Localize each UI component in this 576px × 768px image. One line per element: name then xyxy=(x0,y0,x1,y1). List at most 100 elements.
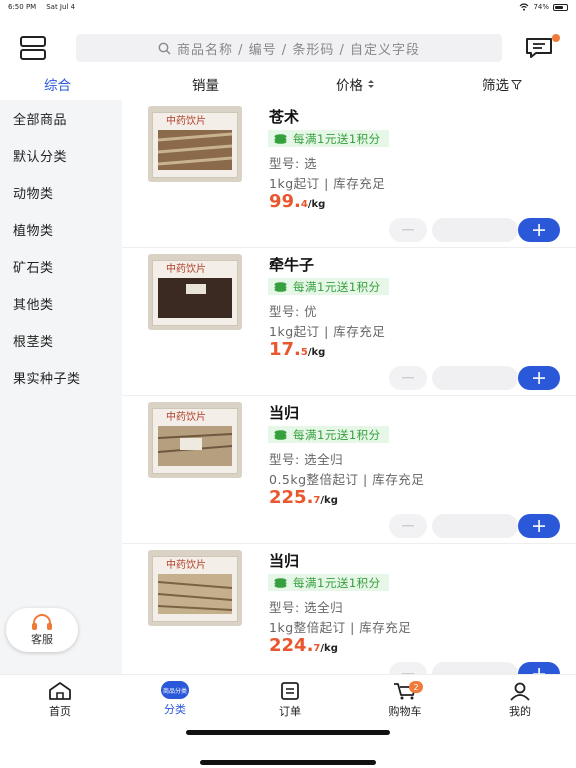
minus-icon xyxy=(402,525,414,527)
status-bar: 6:50 PM Sat Jul 4 74% xyxy=(0,0,576,14)
tab-mine[interactable]: 我的 xyxy=(480,681,560,719)
tab-filter-label: 筛选 xyxy=(482,78,509,94)
category-item[interactable]: 植物类 xyxy=(0,211,122,248)
product-price: 17.5/kg xyxy=(269,339,325,360)
promo-text: 每满1元送1积分 xyxy=(293,427,381,442)
status-time: 6:50 PM xyxy=(8,3,37,11)
product-image: 中药饮片 xyxy=(148,402,242,478)
product-card[interactable]: 中药饮片 牵牛子 每满1元送1积分 型号: 优 1kg起订 | 库存充足 17.… xyxy=(122,248,576,396)
product-price: 225.7/kg xyxy=(269,487,338,508)
tab-cart[interactable]: 购物车 2 xyxy=(365,681,445,719)
add-to-cart-button[interactable] xyxy=(518,218,560,242)
price-unit: /kg xyxy=(307,199,326,210)
price-unit: /kg xyxy=(320,495,338,506)
category-icon: 商品分类 xyxy=(161,681,189,699)
battery-level xyxy=(555,5,564,9)
product-card[interactable]: 中药饮片 当归 每满1元送1积分 型号: 选全归 0.5kg整倍起订 | 库存充… xyxy=(122,396,576,544)
tab-comprehensive[interactable]: 综合 xyxy=(44,74,71,94)
minus-icon xyxy=(402,377,414,379)
tab-price[interactable]: 价格 xyxy=(336,74,375,94)
product-image: 中药饮片 xyxy=(148,106,242,182)
tab-sales[interactable]: 销量 xyxy=(192,74,219,94)
product-moq: 1kg整倍起订 | 库存充足 xyxy=(269,620,412,635)
promo-badge: 每满1元送1积分 xyxy=(268,130,389,147)
scan-icon xyxy=(20,36,46,60)
add-to-cart-button[interactable] xyxy=(518,514,560,538)
search-icon xyxy=(158,42,171,54)
category-item[interactable]: 默认分类 xyxy=(0,137,122,174)
promo-text: 每满1元送1积分 xyxy=(293,575,381,590)
category-sidebar: 全部商品 默认分类 动物类 植物类 矿石类 其他类 根茎类 果实种子类 xyxy=(0,100,122,674)
tab-category[interactable]: 商品分类 分类 xyxy=(135,681,215,717)
tab-orders-label: 订单 xyxy=(279,705,301,718)
price-dec: 5 xyxy=(300,347,308,358)
product-name[interactable]: 当归 xyxy=(269,402,299,423)
coins-icon xyxy=(274,133,287,144)
add-to-cart-button[interactable] xyxy=(518,662,560,674)
coins-icon xyxy=(274,577,287,588)
category-item[interactable]: 其他类 xyxy=(0,285,122,322)
tab-home[interactable]: 首页 xyxy=(20,681,100,719)
search-input[interactable]: 商品名称 / 编号 / 条形码 / 自定义字段 xyxy=(76,34,502,62)
quantity-input[interactable] xyxy=(432,514,518,538)
product-spec: 型号: 选全归 xyxy=(269,600,344,615)
product-card[interactable]: 中药饮片 当归 每满1元送1积分 型号: 选全归 1kg整倍起订 | 库存充足 … xyxy=(122,544,576,674)
product-list: 中药饮片 苍术 每满1元送1积分 型号: 选 1kg起订 | 库存充足 99.4… xyxy=(122,100,576,674)
tab-mine-label: 我的 xyxy=(509,705,531,718)
tab-price-label: 价格 xyxy=(336,78,363,94)
sort-bar: 综合 销量 价格 筛选 xyxy=(0,70,576,96)
wifi-icon xyxy=(520,3,529,11)
plus-icon xyxy=(533,520,545,532)
product-name[interactable]: 牵牛子 xyxy=(269,254,314,275)
price-unit: /kg xyxy=(307,347,326,358)
sort-arrows-icon xyxy=(368,80,374,88)
category-item[interactable]: 动物类 xyxy=(0,174,122,211)
headset-icon xyxy=(32,614,52,630)
filter-icon xyxy=(511,79,522,90)
decrease-button[interactable] xyxy=(389,514,427,538)
decrease-button[interactable] xyxy=(389,662,427,674)
price-int: 225. xyxy=(269,487,314,508)
product-card[interactable]: 中药饮片 苍术 每满1元送1积分 型号: 选 1kg起订 | 库存充足 99.4… xyxy=(122,100,576,248)
quantity-input[interactable] xyxy=(432,218,518,242)
price-int: 17. xyxy=(269,339,301,360)
promo-badge: 每满1元送1积分 xyxy=(268,426,389,443)
product-price: 224.7/kg xyxy=(269,635,338,656)
product-spec: 型号: 优 xyxy=(269,304,318,319)
product-name[interactable]: 当归 xyxy=(269,550,299,571)
category-icon-text: 商品分类 xyxy=(162,687,187,695)
quantity-input[interactable] xyxy=(432,366,518,390)
scan-button[interactable] xyxy=(18,34,48,62)
coins-icon xyxy=(274,281,287,292)
tab-home-label: 首页 xyxy=(49,705,71,718)
product-image: 中药饮片 xyxy=(148,254,242,330)
category-item[interactable]: 根茎类 xyxy=(0,322,122,359)
category-item[interactable]: 果实种子类 xyxy=(0,359,122,396)
message-button[interactable] xyxy=(524,34,560,62)
battery-icon xyxy=(553,3,568,11)
product-image: 中药饮片 xyxy=(148,550,242,626)
price-int: 224. xyxy=(269,635,314,656)
category-item[interactable]: 矿石类 xyxy=(0,248,122,285)
price-int: 99. xyxy=(269,191,301,212)
orders-icon xyxy=(281,682,299,700)
message-dot xyxy=(552,34,560,42)
tab-orders[interactable]: 订单 xyxy=(250,681,330,719)
decrease-button[interactable] xyxy=(389,218,427,242)
coins-icon xyxy=(274,429,287,440)
tab-filter[interactable]: 筛选 xyxy=(482,74,522,94)
cart-badge: 2 xyxy=(409,681,423,693)
category-item[interactable]: 全部商品 xyxy=(0,100,122,137)
promo-badge: 每满1元送1积分 xyxy=(268,278,389,295)
add-to-cart-button[interactable] xyxy=(518,366,560,390)
battery-percent: 74% xyxy=(533,3,549,11)
product-moq: 0.5kg整倍起订 | 库存充足 xyxy=(269,472,425,487)
quantity-input[interactable] xyxy=(432,662,518,674)
customer-service-button[interactable]: 客服 xyxy=(6,608,78,652)
plus-icon xyxy=(533,224,545,236)
promo-text: 每满1元送1积分 xyxy=(293,279,381,294)
home-indicator-secondary xyxy=(200,760,376,765)
search-placeholder: 商品名称 / 编号 / 条形码 / 自定义字段 xyxy=(177,42,420,58)
decrease-button[interactable] xyxy=(389,366,427,390)
product-name[interactable]: 苍术 xyxy=(269,106,299,127)
